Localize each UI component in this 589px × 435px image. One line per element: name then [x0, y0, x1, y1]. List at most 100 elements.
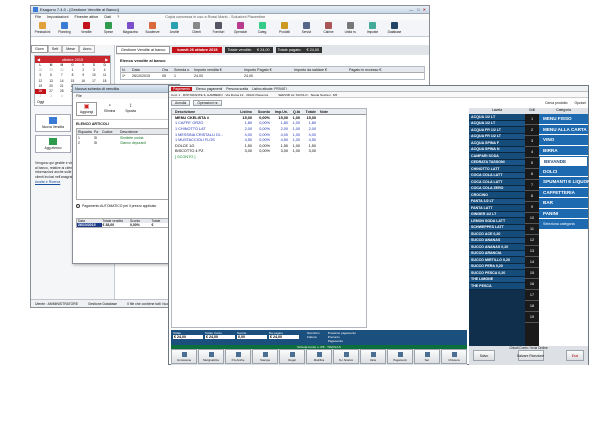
menu-help[interactable]: ?	[117, 15, 119, 19]
toolbar-button-13[interactable]: Cabine	[320, 22, 337, 34]
calendar-day[interactable]: 2	[35, 94, 46, 99]
category-button[interactable]: MENU ALLA CARTA	[539, 124, 588, 135]
move-button[interactable]: ↕ Sposta	[122, 102, 139, 116]
operazioni-button[interactable]: Operazioni nr.	[193, 99, 223, 106]
quantity-button[interactable]: 9	[525, 202, 539, 213]
category-button[interactable]: MENU FISSO	[539, 114, 588, 125]
quantity-button[interactable]: 14	[525, 257, 539, 268]
payment-option[interactable]: Pagamento AUTOMATICO per il prezzo appli…	[73, 200, 179, 212]
annulla-button[interactable]: Annulla	[171, 99, 191, 106]
action-button[interactable]: Marginalizza	[198, 349, 224, 364]
product-button[interactable]: THE PESCA	[469, 283, 525, 290]
toolbar-button-1[interactable]: Planning	[56, 22, 73, 34]
salvo-button[interactable]: Salvo	[473, 350, 495, 361]
toolbar-button-12[interactable]: Servizi	[298, 22, 315, 34]
sales-col-header[interactable]: Scheda n.	[173, 68, 193, 72]
category-button[interactable]: CAFFETTERIA	[539, 187, 588, 198]
sales-col-header[interactable]: Importo vendita €	[193, 68, 243, 72]
calendar-day[interactable]: 4	[56, 94, 67, 99]
toolbar-button-6[interactable]: Anville	[166, 22, 183, 34]
toolbar-button-14[interactable]: Unità m.	[342, 22, 359, 34]
tab-pagamento[interactable]: Pagamento	[171, 86, 192, 91]
toolbar-button-15[interactable]: Imposte	[364, 22, 381, 34]
table-row[interactable]: 1* 26/10/2015 05 1 24,00 24,00	[121, 73, 424, 79]
status-db[interactable]: Gestione Database	[88, 302, 117, 306]
menu-dati[interactable]: Dati	[104, 15, 111, 19]
toolbar-button-16[interactable]: Database	[386, 22, 403, 34]
action-button[interactable]: Pagamenti	[387, 349, 413, 364]
toolbar-button-4[interactable]: Magazzino	[122, 22, 139, 34]
category-button[interactable]: SPUMANTI E LIQUORI	[539, 177, 589, 188]
salvare-ricezione-button[interactable]: Salvare Ricezione	[517, 350, 544, 361]
quantity-button[interactable]: 10	[525, 213, 539, 224]
action-button[interactable]: Immissione	[171, 349, 197, 364]
toolbar-button-5[interactable]: Scadenze	[144, 22, 161, 34]
delete-button[interactable]: ▫ Elimina	[101, 102, 118, 116]
quantity-button[interactable]: 11	[525, 224, 539, 235]
sales-col-header[interactable]: N.	[121, 68, 131, 72]
category-button[interactable]: VINO	[539, 135, 588, 146]
action-button[interactable]: Sal.	[414, 349, 440, 364]
receipt-option[interactable]: Fattura	[307, 335, 320, 339]
category-button[interactable]: BIRRA	[539, 145, 588, 156]
next-month-icon[interactable]: ▶	[105, 57, 108, 62]
category-button[interactable]: DOLCI	[539, 166, 588, 177]
maximize-icon[interactable]: □	[417, 7, 419, 12]
toolbar-button-2[interactable]: Vendite	[78, 22, 95, 34]
category-button[interactable]: PANINI	[539, 208, 588, 219]
toolbar-button-11[interactable]: Prodotti	[276, 22, 293, 34]
tab-giorno[interactable]: Giorn	[31, 45, 48, 53]
payment-option[interactable]: Pagamento	[328, 339, 356, 343]
quantity-button[interactable]: 17	[525, 290, 539, 301]
toolbar-button-8[interactable]: Fornitori	[210, 22, 227, 34]
quantity-button[interactable]: 3	[525, 136, 539, 147]
category-button[interactable]: BEVANDE	[539, 156, 588, 167]
toolbar-button-0[interactable]: Prestazioni	[34, 22, 51, 34]
quantity-button[interactable]: 13	[525, 246, 539, 257]
action-button[interactable]: Regal	[279, 349, 305, 364]
tab-anno[interactable]: Anno	[79, 45, 96, 53]
action-button[interactable]: Chiusura	[441, 349, 467, 364]
quantity-button[interactable]: 8	[525, 191, 539, 202]
menu-finestre[interactable]: Finestre attive	[74, 15, 98, 19]
toolbar-button-10[interactable]: Categ.	[254, 22, 271, 34]
esci-button[interactable]: Esci	[566, 350, 584, 361]
sales-col-header[interactable]: Importo Pagato €	[243, 68, 293, 72]
toolbar-button-7[interactable]: Clienti	[188, 22, 205, 34]
sales-col-header[interactable]: Data	[131, 68, 161, 72]
toolbar-button-3[interactable]: Spese	[100, 22, 117, 34]
quantity-button[interactable]: 6	[525, 169, 539, 180]
sales-col-header[interactable]: Pagato in eccesso €	[348, 68, 398, 72]
sales-col-header[interactable]: Ora	[161, 68, 173, 72]
action-button[interactable]: Modifica	[306, 349, 332, 364]
minimize-icon[interactable]: —	[409, 7, 413, 12]
calendar-day[interactable]: 3	[46, 94, 57, 99]
receipt-line[interactable]: [ SCONTO ]	[172, 154, 366, 160]
quantity-button[interactable]: 1	[525, 114, 539, 125]
quantity-button[interactable]: 12	[525, 235, 539, 246]
tab-gestione-vendite[interactable]: Gestione Vendite al banco	[116, 46, 171, 54]
list-item[interactable]: 2 SI Gianno depuranti	[77, 140, 175, 145]
quantity-button[interactable]: 2	[525, 125, 539, 136]
menu-file[interactable]: File	[35, 15, 41, 19]
menu-impostazioni[interactable]: Impostazioni	[47, 15, 68, 19]
opzioni[interactable]: Opzioni	[575, 101, 587, 105]
prev-month-icon[interactable]: ◀	[37, 57, 40, 62]
side-button-0[interactable]: Nuova Vendita	[35, 114, 71, 133]
list-item[interactable]: 1 SI Shellette umida	[77, 135, 175, 140]
add-button[interactable]: ▣ Aggiungi	[76, 102, 98, 116]
action-button[interactable]: N.c.Scarico	[333, 349, 359, 364]
action-button[interactable]: Varie	[360, 349, 386, 364]
action-button[interactable]: Stampa	[252, 349, 278, 364]
quantity-button[interactable]: 16	[525, 279, 539, 290]
tab-elenco-pagamenti[interactable]: Elenco pagamenti	[196, 87, 222, 91]
category-button[interactable]: BAR	[539, 198, 588, 209]
close-icon[interactable]: ✕	[423, 7, 426, 12]
action-button[interactable]: P.A.Anche	[225, 349, 251, 364]
quantity-button[interactable]: 4	[525, 147, 539, 158]
tab-mese[interactable]: Mese	[62, 45, 79, 53]
category-button[interactable]: Seleziona categoria	[539, 219, 588, 230]
tab-settimana[interactable]: Sett	[47, 45, 63, 53]
quantity-button[interactable]: 19	[525, 312, 539, 323]
quantity-button[interactable]: 15	[525, 268, 539, 279]
